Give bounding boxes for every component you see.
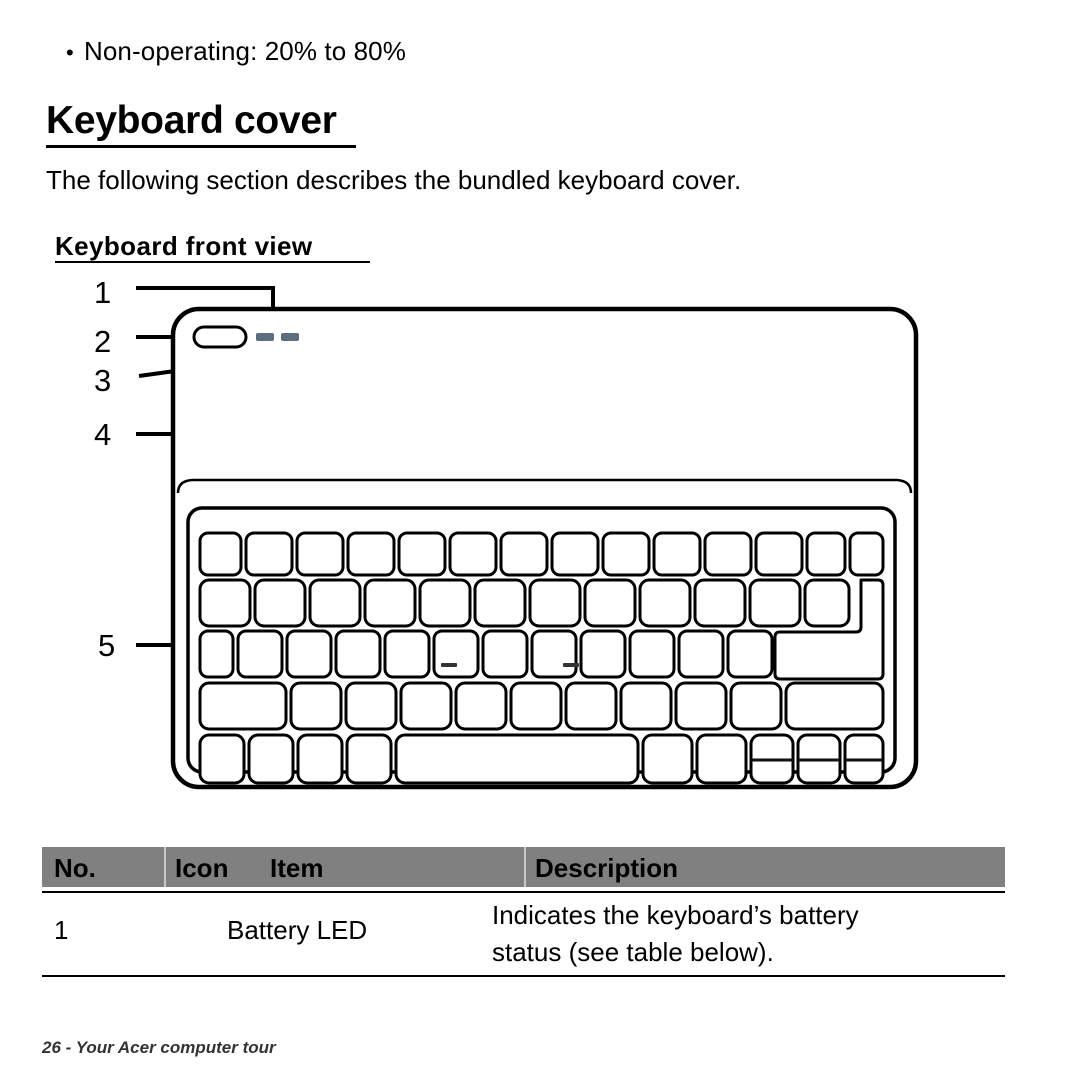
key-row-4	[198, 681, 885, 731]
section-subtitle-underline	[55, 261, 370, 263]
callout-number-2: 2	[94, 324, 112, 359]
keyboard-keys	[198, 531, 885, 785]
power-button-pill	[192, 325, 248, 349]
callout-number-3: 3	[94, 363, 112, 398]
key-row-1	[198, 531, 885, 577]
section-subtitle: Keyboard front view	[55, 231, 313, 261]
keyboard-front-view-figure: 1 2 3 4 5	[0, 265, 1080, 810]
column-divider-2	[524, 847, 526, 887]
cell-item: Battery LED	[227, 915, 368, 945]
column-divider-1	[164, 847, 166, 887]
column-header-no: No.	[54, 853, 96, 883]
table-row: 1 Battery LED Indicates the keyboard’s b…	[42, 887, 1005, 973]
component-legend-table: No. Icon Item Description 1 Battery LED …	[42, 847, 1005, 977]
description-line-2: status (see table below).	[492, 936, 774, 967]
spacebar	[394, 733, 640, 785]
bullet-text: Non-operating: 20% to 80%	[84, 36, 406, 66]
page-title: Keyboard cover	[46, 99, 337, 142]
intro-paragraph: The following section describes the bund…	[46, 165, 742, 195]
page-title-underline	[46, 145, 356, 148]
callout-number-4: 4	[94, 417, 112, 452]
bullet-marker: •	[66, 40, 74, 65]
callout-number-1: 1	[94, 275, 112, 310]
callout-number-5: 5	[98, 628, 116, 663]
column-header-item: Item	[270, 853, 324, 883]
table-bottom-rule	[42, 975, 1005, 977]
bullet-list-item: • Non-operating: 20% to 80%	[66, 36, 406, 67]
page-footer: 26 - Your Acer computer tour	[42, 1038, 276, 1057]
table-header-row: No. Icon Item Description	[42, 847, 1005, 887]
column-header-description: Description	[535, 853, 679, 883]
cell-no: 1	[54, 915, 69, 945]
description-line-1: Indicates the keyboard’s battery	[492, 900, 859, 930]
cell-description: Indicates the keyboard’s battery status …	[492, 897, 859, 971]
column-header-icon: Icon	[175, 853, 229, 883]
key-row-3	[198, 629, 774, 679]
keyboard-illustration	[136, 286, 919, 790]
